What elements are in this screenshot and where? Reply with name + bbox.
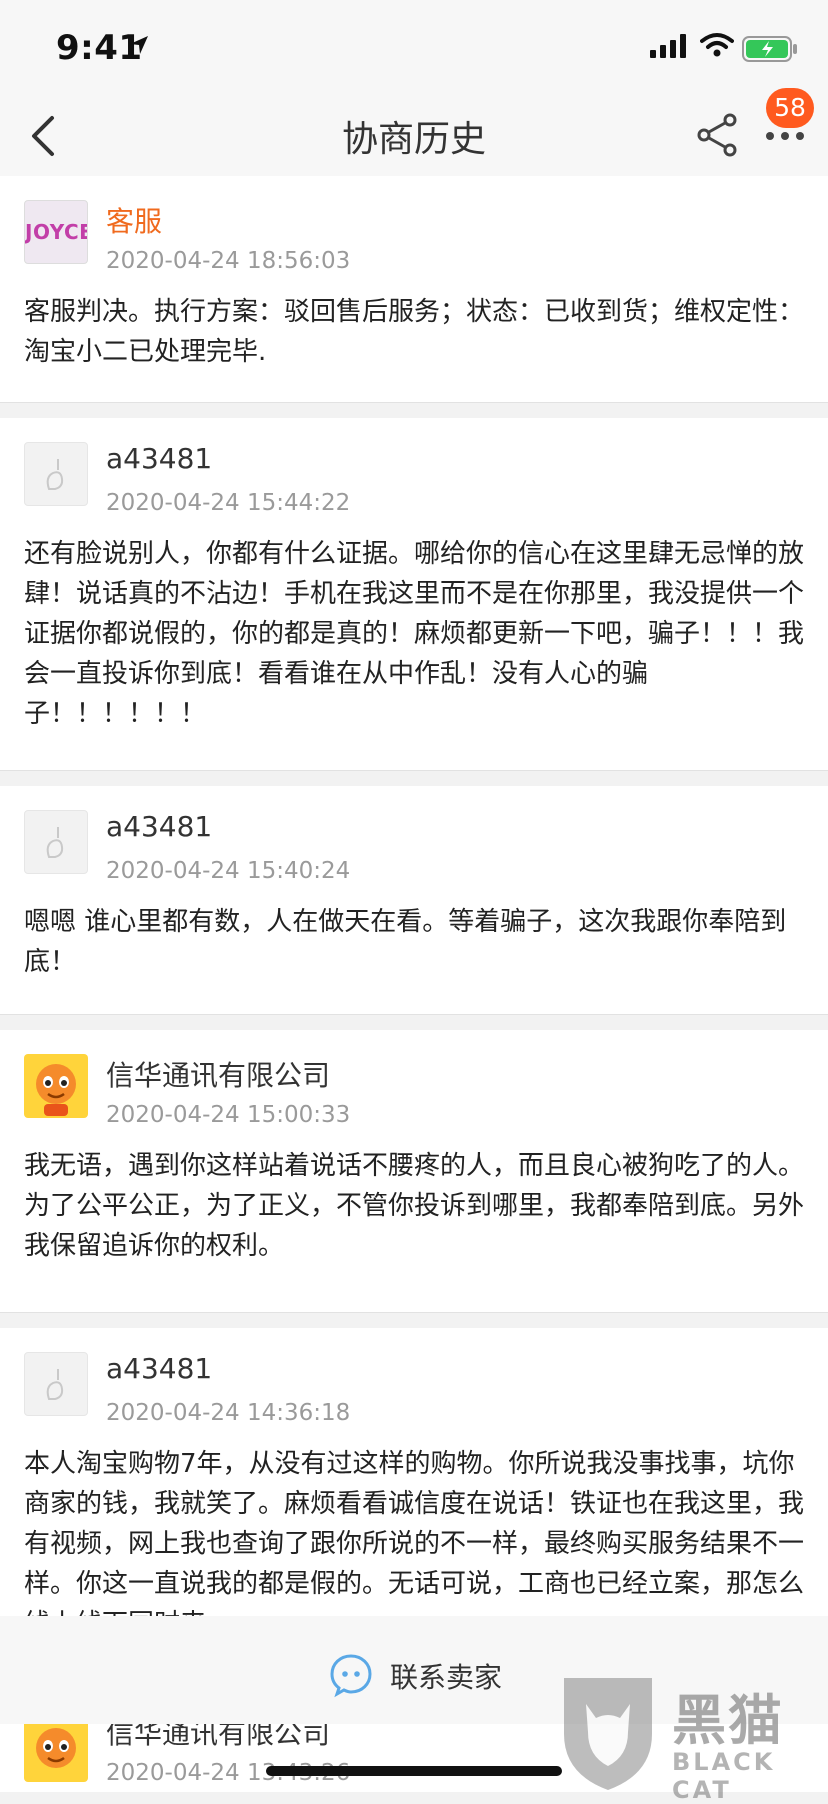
nav-bar: 协商历史 58 (0, 88, 828, 176)
signal-icon (650, 34, 686, 58)
message-text: 本人淘宝购物7年，从没有过这样的购物。你所说我没事找事，坑你商家的钱，我就笑了。… (24, 1449, 805, 1616)
location-arrow-icon (130, 36, 148, 54)
default-avatar-icon (46, 827, 64, 858)
notification-badge: 58 (766, 88, 814, 128)
home-indicator[interactable] (266, 1766, 562, 1776)
list-item: JOYCE 客服 2020-04-24 18:56:03 客服判决。执行方案：驳… (0, 176, 828, 403)
list-item: 信华通讯有限公司 2020-04-24 15:00:33 我无语，遇到你这样站着… (0, 1030, 828, 1313)
message-timestamp: 2020-04-24 15:44:22 (106, 490, 351, 516)
message-text: 客服判决。执行方案：驳回售后服务；状态：已收到货；维权定性：淘宝小二已处理完毕. (24, 297, 805, 367)
sender-name: a43481 (106, 442, 213, 475)
message-timestamp: 2020-04-24 15:00:33 (106, 1102, 351, 1128)
sender-name: 客服 (106, 205, 163, 238)
watermark-en-text: BLACK CAT (672, 1748, 776, 1804)
avatar (24, 1054, 88, 1118)
avatar (24, 1718, 88, 1782)
watermark-cn-text: 黑猫 (672, 1689, 784, 1752)
message-timestamp: 2020-04-24 18:56:03 (106, 248, 351, 274)
shop-mascot-icon (36, 1064, 76, 1116)
battery-icon (742, 36, 797, 62)
list-item: a43481 2020-04-24 15:44:22 还有脸说别人，你都有什么证… (0, 418, 828, 771)
avatar (24, 442, 88, 506)
message-text: 我无语，遇到你这样站着说话不腰疼的人，而且良心被狗吃了的人。为了公平公正，为了正… (24, 1151, 805, 1261)
message-text: 嗯嗯 谁心里都有数，人在做天在看。等着骗子，这次我跟你奉陪到底！ (24, 907, 787, 977)
sender-name: a43481 (106, 810, 213, 843)
black-cat-logo-icon (564, 1678, 652, 1790)
message-text: 还有脸说别人，你都有什么证据。哪给你的信心在这里肆无忌惮的放肆！说话真的不沾边！… (24, 539, 805, 729)
contact-seller-label: 联系卖家 (390, 1661, 503, 1694)
list-item: a43481 2020-04-24 14:36:18 本人淘宝购物7年，从没有过… (0, 1328, 828, 1616)
shop-mascot-icon (36, 1728, 76, 1768)
avatar: JOYCE (24, 200, 88, 264)
status-bar: 9:41 (0, 0, 828, 100)
message-timestamp: 2020-04-24 15:40:24 (106, 858, 351, 884)
negotiation-history-list: JOYCE 客服 2020-04-24 18:56:03 客服判决。执行方案：驳… (0, 176, 828, 1616)
share-icon[interactable] (694, 112, 740, 158)
avatar (24, 1352, 88, 1416)
list-item: a43481 2020-04-24 15:40:24 嗯嗯 谁心里都有数，人在做… (0, 786, 828, 1015)
more-dots-icon[interactable] (764, 128, 806, 144)
sender-name: a43481 (106, 1352, 213, 1385)
avatar (24, 810, 88, 874)
default-avatar-icon (46, 459, 64, 490)
wifi-icon (700, 33, 734, 57)
message-timestamp: 2020-04-24 14:36:18 (106, 1400, 351, 1426)
black-cat-watermark: 黑猫 BLACK CAT (556, 1674, 828, 1804)
contact-chat-icon (330, 1654, 372, 1698)
default-avatar-icon (46, 1369, 64, 1400)
sender-name: 信华通讯有限公司 (106, 1059, 331, 1092)
